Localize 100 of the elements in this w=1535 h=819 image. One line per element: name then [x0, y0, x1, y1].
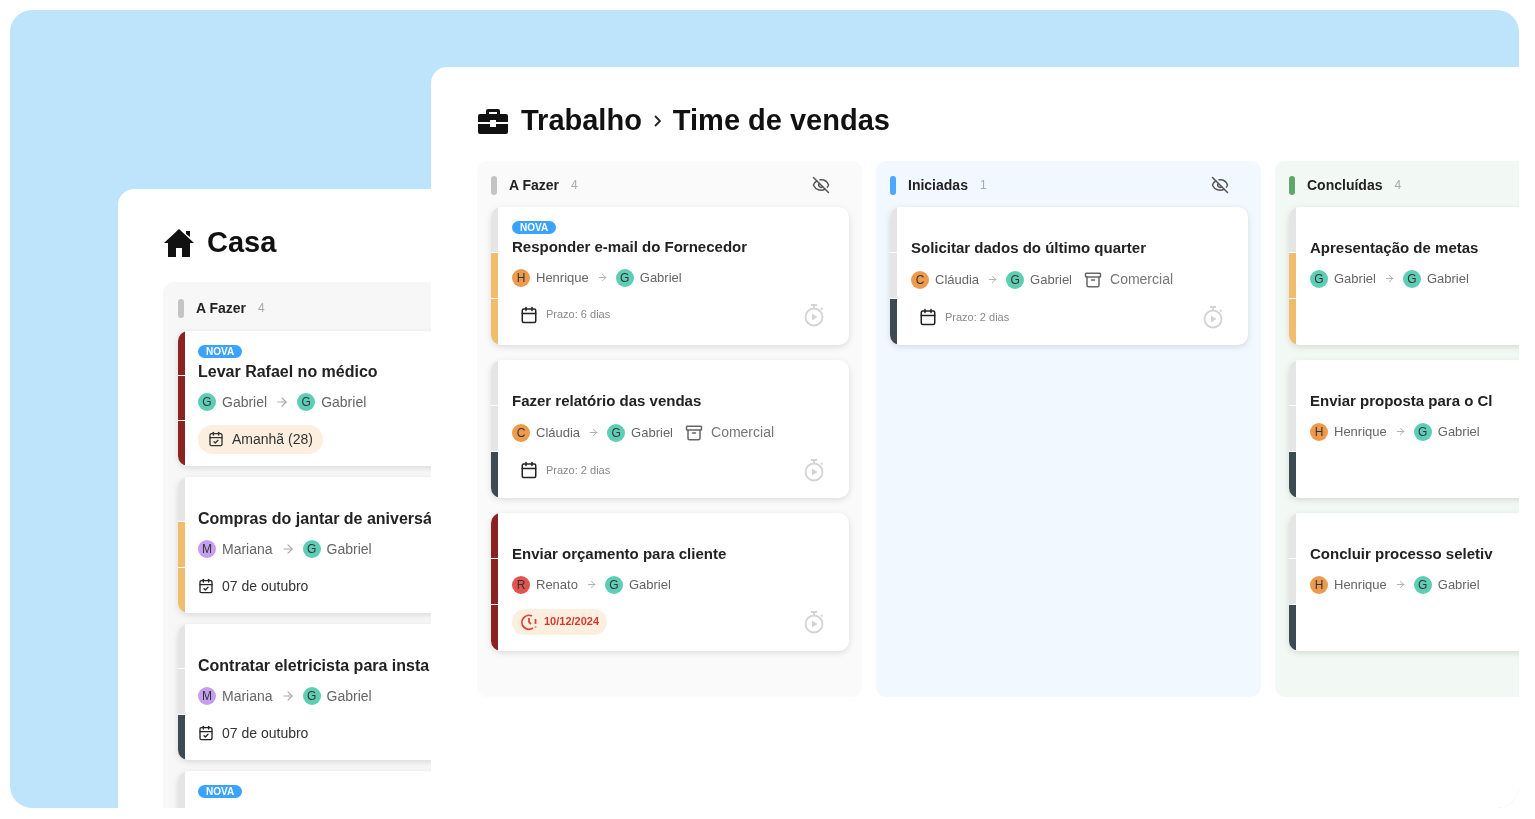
- column-title: A Fazer: [508, 175, 560, 195]
- overdue-date-chip: 10/12/2024: [512, 608, 608, 635]
- new-badge: NOVA: [512, 220, 557, 234]
- avatar: C: [512, 423, 530, 442]
- tag-label: Comercial: [711, 423, 775, 442]
- due-date: 07 de outubro: [222, 723, 309, 743]
- avatar: G: [198, 393, 216, 411]
- calendar-icon: [520, 461, 538, 479]
- task-title: Contratar eletricista para insta: [198, 655, 431, 676]
- arrow-icon: [1394, 579, 1406, 591]
- avatar: G: [607, 423, 626, 442]
- due-date: 07 de outubro: [222, 576, 309, 596]
- avatar: G: [302, 687, 321, 705]
- task-card[interactable]: Compras do jantar de aniversá M Mariana G Gabriel 07 de outubro: [178, 476, 431, 613]
- avatar: G: [1413, 422, 1432, 441]
- avatar: G: [615, 268, 634, 287]
- avatar: H: [1310, 575, 1328, 594]
- person-name: Mariana: [222, 539, 273, 559]
- task-card[interactable]: Enviar orçamento para cliente R Renato G Gabriel 10/12/2024: [491, 512, 849, 651]
- avatar: C: [911, 270, 929, 289]
- person-name: Cláudia: [935, 270, 980, 289]
- stopwatch-play-icon[interactable]: [803, 609, 825, 634]
- arrow-icon: [596, 272, 608, 284]
- due-date-chip: Amanhã (28): [198, 424, 323, 454]
- arrow-icon: [1394, 426, 1406, 438]
- column-title: A Fazer: [195, 298, 247, 318]
- deadline-text: Prazo: 2 dias: [945, 309, 1010, 325]
- stopwatch-play-icon[interactable]: [803, 302, 825, 327]
- board-title: Casa: [207, 225, 277, 260]
- avatar: G: [1006, 270, 1025, 289]
- task-title: Responder e-mail do Fornecedor: [512, 236, 749, 257]
- person-name: Gabriel: [1437, 576, 1480, 594]
- column-count: 4: [257, 300, 265, 317]
- arrow-icon: [280, 689, 295, 703]
- task-title: Apresentação de metas: [1310, 237, 1480, 258]
- archive-icon: [685, 423, 703, 442]
- person-name: Cláudia: [536, 423, 581, 442]
- task-card[interactable]: Concluir processo seletiv H Henrique G Gabriel: [1289, 512, 1519, 651]
- task-card[interactable]: Solicitar dados do último quarter C Cláudia G Gabriel Comercial Prazo: 2 dias: [890, 206, 1248, 345]
- person-name: Henrique: [536, 269, 589, 287]
- avatar: M: [198, 540, 216, 558]
- calendar-check-icon: [208, 431, 224, 447]
- avatar: G: [297, 393, 316, 411]
- breadcrumb-item[interactable]: Trabalho: [521, 99, 642, 143]
- calendar-icon: [919, 308, 937, 326]
- avatar: G: [604, 575, 623, 594]
- person-name: Gabriel: [222, 392, 268, 412]
- new-badge: NOVA: [198, 344, 243, 358]
- clock-alert-icon: [520, 612, 538, 631]
- avatar: H: [1310, 422, 1328, 441]
- person-name: Renato: [536, 576, 578, 594]
- eye-off-icon[interactable]: [1211, 176, 1229, 194]
- person-name: Gabriel: [326, 539, 372, 559]
- stopwatch-play-icon[interactable]: [803, 458, 825, 482]
- task-title: Fazer relatório das vendas: [512, 390, 703, 411]
- deadline-text: Prazo: 2 dias: [546, 462, 611, 478]
- avatar: H: [512, 268, 530, 287]
- arrow-icon: [585, 579, 597, 591]
- person-name: Henrique: [1334, 423, 1387, 441]
- avatar: M: [198, 687, 216, 705]
- task-card[interactable]: Fazer relatório das vendas C Cláudia G Gabriel Comercial Prazo: 2 dias: [491, 359, 849, 498]
- task-title: Enviar orçamento para cliente: [512, 543, 728, 564]
- person-name: Gabriel: [321, 392, 367, 412]
- deadline-text: Prazo: 6 dias: [546, 307, 611, 323]
- column-title: Concluídas: [1306, 175, 1383, 195]
- arrow-icon: [1383, 273, 1395, 285]
- avatar: G: [1413, 575, 1432, 594]
- person-name: Gabriel: [631, 423, 673, 442]
- arrow-icon: [588, 427, 600, 438]
- person-name: Gabriel: [326, 686, 372, 706]
- person-name: Gabriel: [1334, 270, 1376, 288]
- person-name: Gabriel: [1030, 270, 1072, 289]
- person-name: Gabriel: [639, 269, 682, 287]
- calendar-icon: [520, 305, 538, 324]
- arrow-icon: [280, 542, 295, 556]
- arrow-icon: [275, 395, 290, 409]
- task-card[interactable]: NOVA Responder e-mail do Fornecedor H Henrique G Gabriel Prazo: 6 dias: [491, 206, 849, 345]
- archive-icon: [1084, 270, 1102, 289]
- avatar: G: [302, 540, 321, 558]
- person-name: Gabriel: [1437, 423, 1480, 441]
- avatar: G: [1310, 269, 1328, 288]
- column-count: 4: [570, 177, 578, 194]
- calendar-check-icon: [198, 578, 214, 594]
- column-count: 1: [978, 177, 987, 194]
- task-card[interactable]: Enviar proposta para o Cl H Henrique G Gabriel: [1289, 359, 1519, 498]
- stopwatch-play-icon[interactable]: [1202, 305, 1224, 329]
- new-badge: NOVA: [198, 784, 243, 798]
- breadcrumb-item[interactable]: Time de vendas: [672, 99, 890, 143]
- person-name: Mariana: [222, 686, 273, 706]
- column-title: Iniciadas: [907, 175, 968, 195]
- avatar: G: [1402, 269, 1421, 288]
- task-card[interactable]: NOVA Levar Rafael no médico G Gabriel G Gabriel Amanhã (28): [178, 330, 431, 466]
- task-title: Solicitar dados do último quarter: [911, 237, 1148, 258]
- eye-off-icon[interactable]: [812, 176, 830, 194]
- avatar: R: [512, 575, 530, 594]
- task-card[interactable]: Contratar eletricista para insta M Mariana G Gabriel 07 de outubro: [178, 623, 431, 760]
- calendar-check-icon: [198, 725, 214, 741]
- task-title: Levar Rafael no médico: [198, 361, 379, 382]
- task-card[interactable]: Apresentação de metas G Gabriel G Gabriel: [1289, 206, 1519, 345]
- briefcase-icon: [477, 106, 509, 135]
